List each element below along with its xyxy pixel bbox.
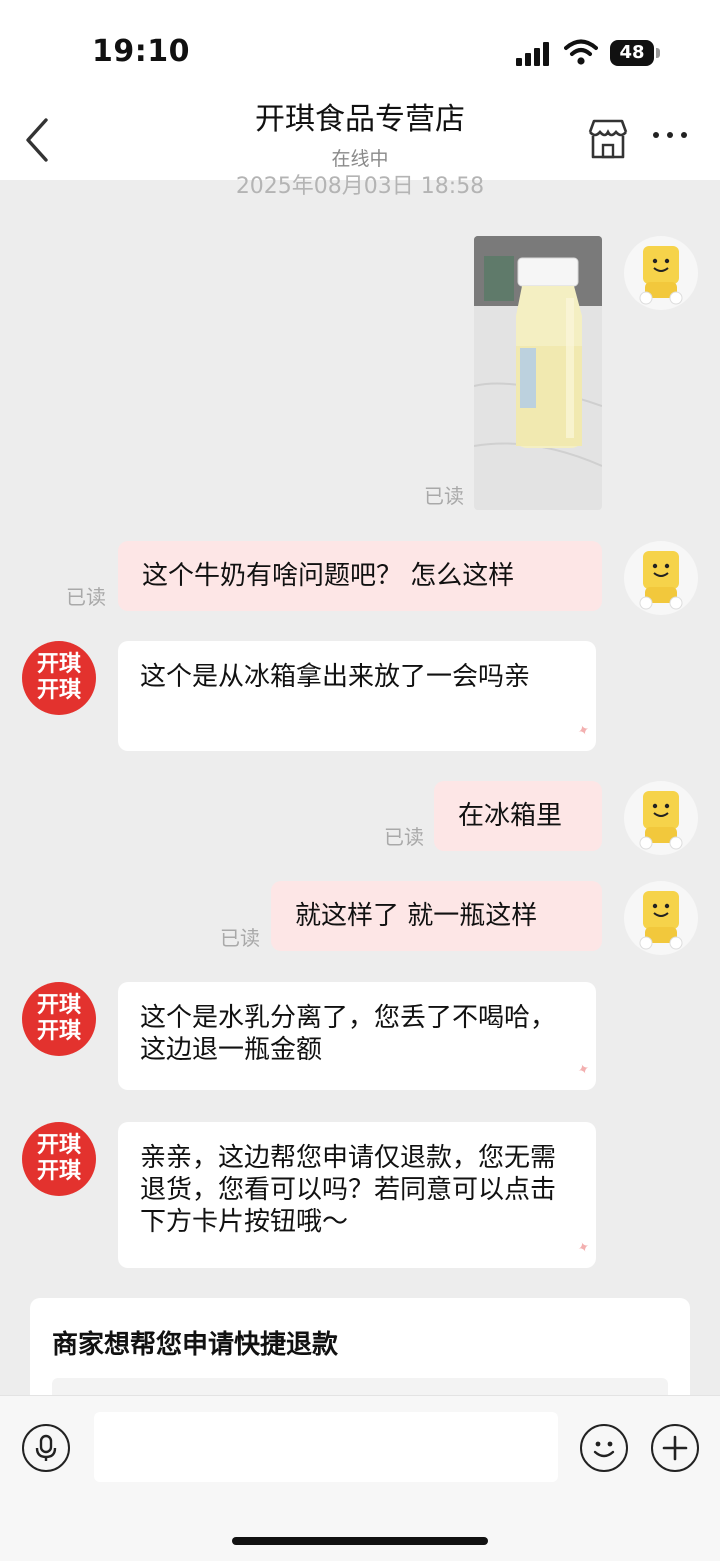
shop-avatar-text: 开琪 开琪 — [36, 993, 81, 1044]
read-receipt: 已读 — [384, 825, 424, 849]
battery-tip — [656, 48, 660, 58]
message-text: 就这样了 就一瓶这样 — [295, 901, 538, 931]
shop-avatar[interactable]: 开琪 开琪 — [22, 982, 96, 1056]
user-message-bubble[interactable]: 就这样了 就一瓶这样 — [271, 881, 602, 951]
shop-avatar-text: 开琪 开琪 — [36, 1133, 81, 1184]
pinduoduo-watermark-icon: ✦ — [575, 1238, 593, 1258]
cellular-signal-icon — [516, 42, 552, 66]
yellow-block-avatar-icon — [639, 791, 683, 850]
more-icon[interactable] — [652, 126, 688, 146]
input-bar — [0, 1395, 720, 1561]
shop-avatar[interactable]: 开琪 开琪 — [22, 641, 96, 715]
message-text: 这个是水乳分离了，您丢了不喝哈，这边退一瓶金额 — [140, 1003, 557, 1065]
photo-content — [474, 236, 602, 510]
message-text: 这个是从冰箱拿出来放了一会吗亲 — [140, 662, 531, 692]
pinduoduo-watermark-icon: ✦ — [575, 1060, 593, 1080]
battery-icon: 48 — [610, 40, 654, 66]
yellow-block-avatar-icon — [639, 246, 683, 305]
wifi-icon — [564, 39, 598, 65]
message-text: 亲亲，这边帮您申请仅退款，您无需退货，您看可以吗？若同意可以点击下方卡片按钮哦～ — [140, 1143, 557, 1237]
read-receipt: 已读 — [66, 585, 106, 609]
message-text: 这个牛奶有啥问题吧？ 怎么这样 — [142, 561, 515, 591]
user-message-bubble[interactable]: 这个牛奶有啥问题吧？ 怎么这样 — [118, 541, 602, 611]
read-receipt: 已读 — [424, 484, 464, 508]
user-message-bubble[interactable]: 在冰箱里 — [434, 781, 602, 851]
shop-message-bubble[interactable]: 亲亲，这边帮您申请仅退款，您无需退货，您看可以吗？若同意可以点击下方卡片按钮哦～… — [118, 1122, 596, 1268]
status-bar: 19:10 48 — [0, 0, 720, 100]
shop-message-bubble[interactable]: 这个是水乳分离了，您丢了不喝哈，这边退一瓶金额 ✦ — [118, 982, 596, 1090]
shop-message-bubble[interactable]: 这个是从冰箱拿出来放了一会吗亲 ✦ — [118, 641, 596, 751]
message-input[interactable] — [94, 1412, 558, 1482]
read-receipt: 已读 — [220, 926, 260, 950]
emoji-icon[interactable] — [580, 1424, 628, 1472]
home-indicator[interactable] — [232, 1537, 488, 1545]
pinduoduo-watermark-icon: ✦ — [575, 721, 593, 741]
yellow-block-avatar-icon — [639, 551, 683, 610]
microphone-icon[interactable] — [22, 1424, 70, 1472]
user-avatar[interactable] — [624, 541, 698, 615]
store-icon[interactable] — [586, 118, 630, 160]
plus-icon[interactable] — [651, 1424, 699, 1472]
user-avatar[interactable] — [624, 236, 698, 310]
chat-timestamp: 2025年08月03日 18:58 — [235, 174, 485, 199]
yellow-block-avatar-icon — [639, 891, 683, 950]
user-avatar[interactable] — [624, 781, 698, 855]
status-time: 19:10 — [92, 34, 190, 69]
message-text: 在冰箱里 — [458, 801, 563, 831]
shop-avatar[interactable]: 开琪 开琪 — [22, 1122, 96, 1196]
shop-avatar-text: 开琪 开琪 — [36, 652, 81, 703]
user-avatar[interactable] — [624, 881, 698, 955]
milk-bottle-photo[interactable] — [474, 236, 602, 510]
refund-card-title: 商家想帮您申请快捷退款 — [52, 1330, 339, 1360]
